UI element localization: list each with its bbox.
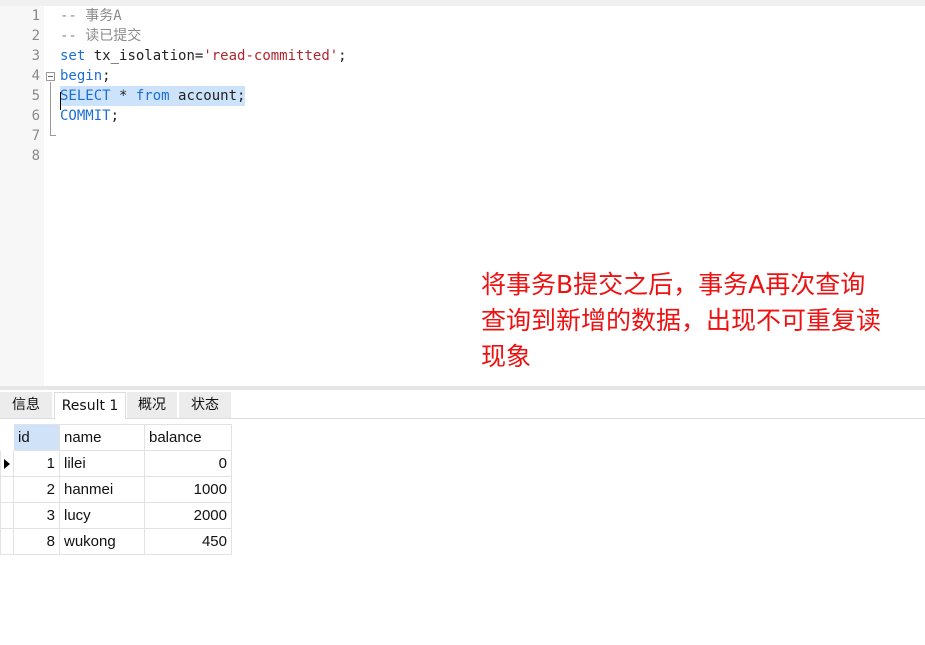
row-indicator-header xyxy=(0,424,14,451)
row-indicator xyxy=(0,450,14,477)
row-indicator xyxy=(0,528,14,555)
annotation-line: 查询到新增的数据，出现不可重复读 xyxy=(481,306,882,335)
column-header-balance[interactable]: balance xyxy=(144,424,232,451)
cell-balance[interactable]: 0 xyxy=(144,450,232,477)
sql-string: 'read-committed' xyxy=(203,48,339,64)
table-row[interactable]: 8 wukong 450 xyxy=(0,528,232,555)
sql-comment: -- 读已提交 xyxy=(60,28,142,44)
column-header-id[interactable]: id xyxy=(13,424,60,451)
table-row[interactable]: 3 lucy 2000 xyxy=(0,502,232,529)
row-indicator xyxy=(0,476,14,503)
cell-balance[interactable]: 2000 xyxy=(144,502,232,529)
result-tabs: 信息 Result 1 概况 状态 xyxy=(0,390,925,419)
code-line-5-selected: SELECT * from account; xyxy=(60,86,246,106)
sql-text: * xyxy=(110,88,136,104)
cell-id[interactable]: 3 xyxy=(13,502,60,529)
code-line-6: COMMIT; xyxy=(60,106,119,126)
result-grid: id name balance 1 lilei 0 2 hanmei 1000 … xyxy=(0,424,232,555)
tab-overview[interactable]: 概况 xyxy=(127,392,177,418)
sql-keyword: COMMIT xyxy=(60,108,111,124)
cell-name[interactable]: wukong xyxy=(59,528,145,555)
line-number: 5 xyxy=(31,88,40,104)
table-row[interactable]: 1 lilei 0 xyxy=(0,450,232,477)
sql-keyword: from xyxy=(135,88,170,104)
fold-guide xyxy=(50,82,51,136)
tab-info[interactable]: 信息 xyxy=(0,392,52,418)
fold-toggle-icon[interactable] xyxy=(46,72,55,81)
sql-keyword: begin xyxy=(60,68,103,84)
tab-result-1[interactable]: Result 1 xyxy=(54,392,126,419)
line-number: 2 xyxy=(31,28,40,44)
cell-id[interactable]: 2 xyxy=(13,476,60,503)
cell-name[interactable]: hanmei xyxy=(59,476,145,503)
code-line-3: set tx_isolation='read-committed'; xyxy=(60,46,347,66)
cell-balance[interactable]: 1000 xyxy=(144,476,232,503)
sql-keyword: set xyxy=(60,48,86,64)
row-indicator xyxy=(0,502,14,529)
annotation-line: 现象 xyxy=(481,342,532,371)
sql-text: account; xyxy=(169,88,246,104)
code-line-4: begin; xyxy=(60,66,111,86)
sql-text: tx_isolation= xyxy=(85,48,204,64)
annotation-line: 将事务B提交之后，事务A再次查询 xyxy=(481,270,866,299)
tab-status[interactable]: 状态 xyxy=(179,392,231,418)
sql-text: ; xyxy=(338,48,347,64)
code-line-1: -- 事务A xyxy=(60,6,122,26)
cell-name[interactable]: lucy xyxy=(59,502,145,529)
cell-id[interactable]: 8 xyxy=(13,528,60,555)
cell-balance[interactable]: 450 xyxy=(144,528,232,555)
sql-text: ; xyxy=(102,68,111,84)
cell-name[interactable]: lilei xyxy=(59,450,145,477)
line-number: 3 xyxy=(31,48,40,64)
current-row-arrow-icon xyxy=(4,459,10,470)
fold-guide-end xyxy=(50,135,56,136)
line-number: 6 xyxy=(31,108,40,124)
cell-id[interactable]: 1 xyxy=(13,450,60,477)
annotation-text: 将事务B提交之后，事务A再次查询 查询到新增的数据，出现不可重复读 现象 xyxy=(481,267,911,375)
table-row[interactable]: 2 hanmei 1000 xyxy=(0,476,232,503)
line-number: 4 xyxy=(31,68,40,84)
code-line-2: -- 读已提交 xyxy=(60,26,141,46)
sql-keyword: SELECT xyxy=(60,88,111,104)
sql-text: ; xyxy=(110,108,120,124)
grid-header-row: id name balance xyxy=(0,424,232,451)
line-number: 1 xyxy=(31,8,40,24)
line-number: 7 xyxy=(31,128,40,144)
column-header-name[interactable]: name xyxy=(59,424,145,451)
line-number-gutter: 1 2 3 4 5 6 7 8 xyxy=(0,6,44,386)
sql-comment: -- 事务A xyxy=(60,8,122,24)
line-number: 8 xyxy=(31,148,40,164)
